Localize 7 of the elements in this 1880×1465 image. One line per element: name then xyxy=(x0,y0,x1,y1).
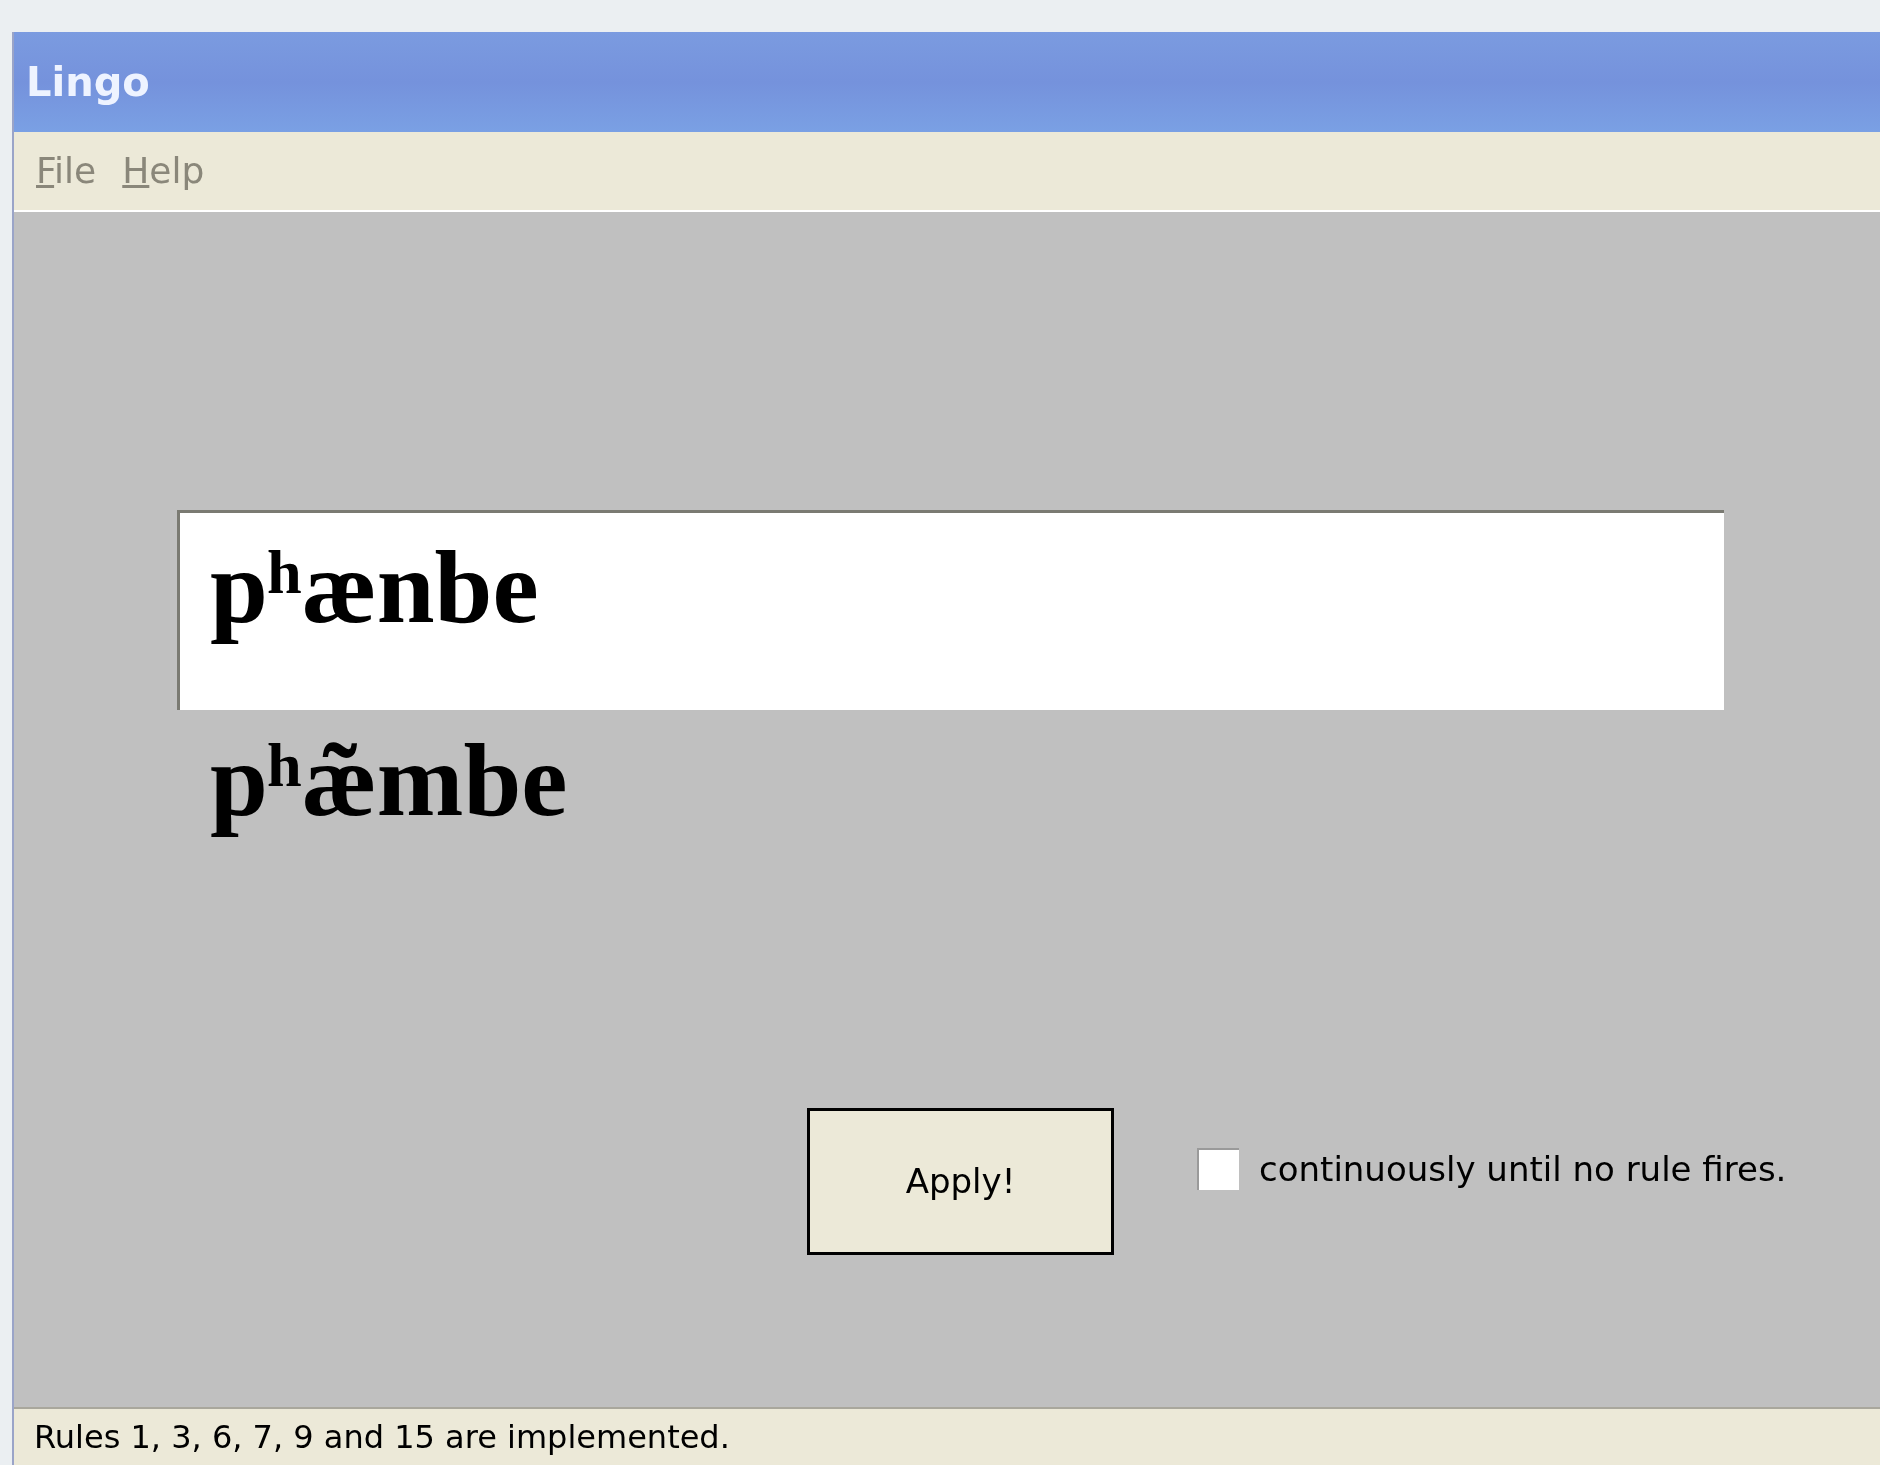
checkbox-label: continuously until no rule fires. xyxy=(1259,1147,1787,1191)
checkbox[interactable] xyxy=(1197,1148,1239,1191)
input-field[interactable]: pʰænbe xyxy=(177,510,1724,710)
status-text: Rules 1, 3, 6, 7, 9 and 15 are implemented. xyxy=(34,1417,730,1458)
window-title: Lingo xyxy=(26,58,150,107)
apply-button[interactable]: Apply! xyxy=(807,1107,1114,1255)
output-text: pʰæ̃mbe xyxy=(209,721,568,839)
